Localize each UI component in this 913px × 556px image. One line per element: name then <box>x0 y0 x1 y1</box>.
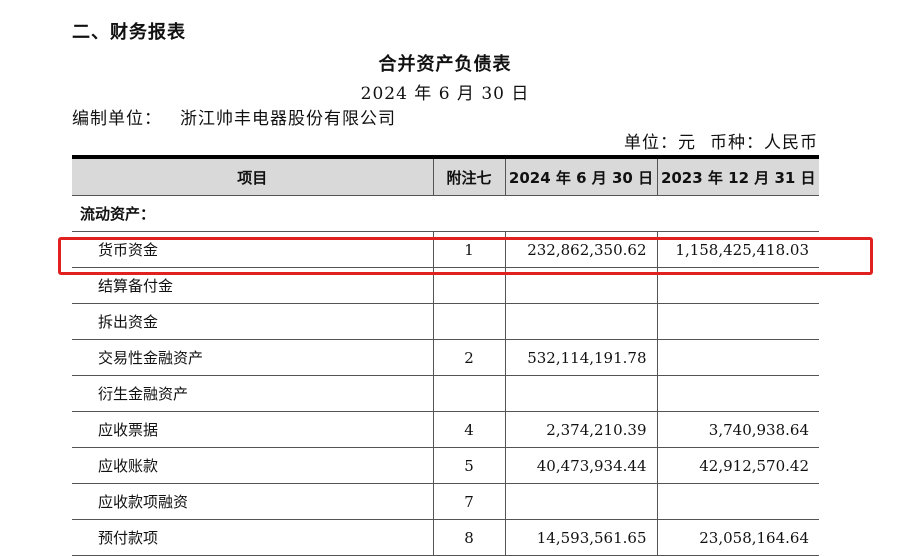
row-prior <box>656 375 819 412</box>
company-name: 浙江帅丰电器股份有限公司 <box>180 109 396 129</box>
row-current <box>504 483 657 520</box>
row-note <box>432 375 505 412</box>
header-row: 项目 附注七 2024 年 6 月 30 日 2023 年 12 月 31 日 <box>72 157 819 196</box>
row-current: 40,473,934.44 <box>504 447 657 484</box>
currency-label: 币种：人民币 <box>710 133 818 153</box>
row-prior: 3,740,938.64 <box>656 411 819 448</box>
row-note: 2 <box>432 339 505 376</box>
table-row: 结算备付金 <box>72 267 819 304</box>
row-item: 应收款项融资 <box>72 483 433 520</box>
row-item: 衍生金融资产 <box>72 375 433 412</box>
table-row: 应收票据 4 2,374,210.39 3,740,938.64 <box>72 411 819 448</box>
row-current <box>504 375 657 412</box>
unit-line: 单位：元 币种：人民币 <box>624 128 818 153</box>
row-note: 7 <box>432 483 505 520</box>
header-prior: 2023 年 12 月 31 日 <box>656 157 819 196</box>
row-note <box>432 267 505 304</box>
row-note: 8 <box>432 519 505 556</box>
row-prior <box>656 303 819 340</box>
section-label: 流动资产： <box>72 195 819 232</box>
row-prior <box>656 483 819 520</box>
row-item: 交易性金融资产 <box>72 339 433 376</box>
row-note: 5 <box>432 447 505 484</box>
row-prior: 42,912,570.42 <box>656 447 819 484</box>
row-current: 14,593,561.65 <box>504 519 657 556</box>
company-line: 编制单位： 浙江帅丰电器股份有限公司 <box>72 104 396 129</box>
row-prior <box>656 267 819 304</box>
balance-sheet-table: 项目 附注七 2024 年 6 月 30 日 2023 年 12 月 31 日 … <box>72 155 819 556</box>
row-item: 应收账款 <box>72 447 433 484</box>
row-item: 拆出资金 <box>72 303 433 340</box>
row-prior <box>656 339 819 376</box>
header-current: 2024 年 6 月 30 日 <box>504 157 657 196</box>
statement-title: 合并资产负债表 <box>378 54 512 75</box>
section-row: 流动资产： <box>72 195 819 232</box>
row-current: 2,374,210.39 <box>504 411 657 448</box>
section-heading: 二、财务报表 <box>72 22 186 43</box>
unit-label: 单位：元 <box>624 133 696 153</box>
row-item: 预付款项 <box>72 519 433 556</box>
row-item: 货币资金 <box>72 231 433 268</box>
row-note: 4 <box>432 411 505 448</box>
row-item: 结算备付金 <box>72 267 433 304</box>
statement-date: 2024 年 6 月 30 日 <box>360 84 530 104</box>
table-row: 交易性金融资产 2 532,114,191.78 <box>72 339 819 376</box>
row-current: 532,114,191.78 <box>504 339 657 376</box>
row-current: 232,862,350.62 <box>504 231 657 268</box>
row-note <box>432 303 505 340</box>
table-row: 应收账款 5 40,473,934.44 42,912,570.42 <box>72 447 819 484</box>
row-current <box>504 303 657 340</box>
header-note: 附注七 <box>432 157 505 196</box>
row-prior: 1,158,425,418.03 <box>656 231 819 268</box>
table-row: 衍生金融资产 <box>72 375 819 412</box>
company-label: 编制单位： <box>72 109 162 129</box>
table-row: 应收款项融资 7 <box>72 483 819 520</box>
table-row: 拆出资金 <box>72 303 819 340</box>
row-current <box>504 267 657 304</box>
table-row: 货币资金 1 232,862,350.62 1,158,425,418.03 <box>72 231 819 268</box>
row-item: 应收票据 <box>72 411 433 448</box>
table-row: 预付款项 8 14,593,561.65 23,058,164.64 <box>72 519 819 556</box>
row-prior: 23,058,164.64 <box>656 519 819 556</box>
header-item: 项目 <box>72 157 433 196</box>
row-note: 1 <box>432 231 505 268</box>
